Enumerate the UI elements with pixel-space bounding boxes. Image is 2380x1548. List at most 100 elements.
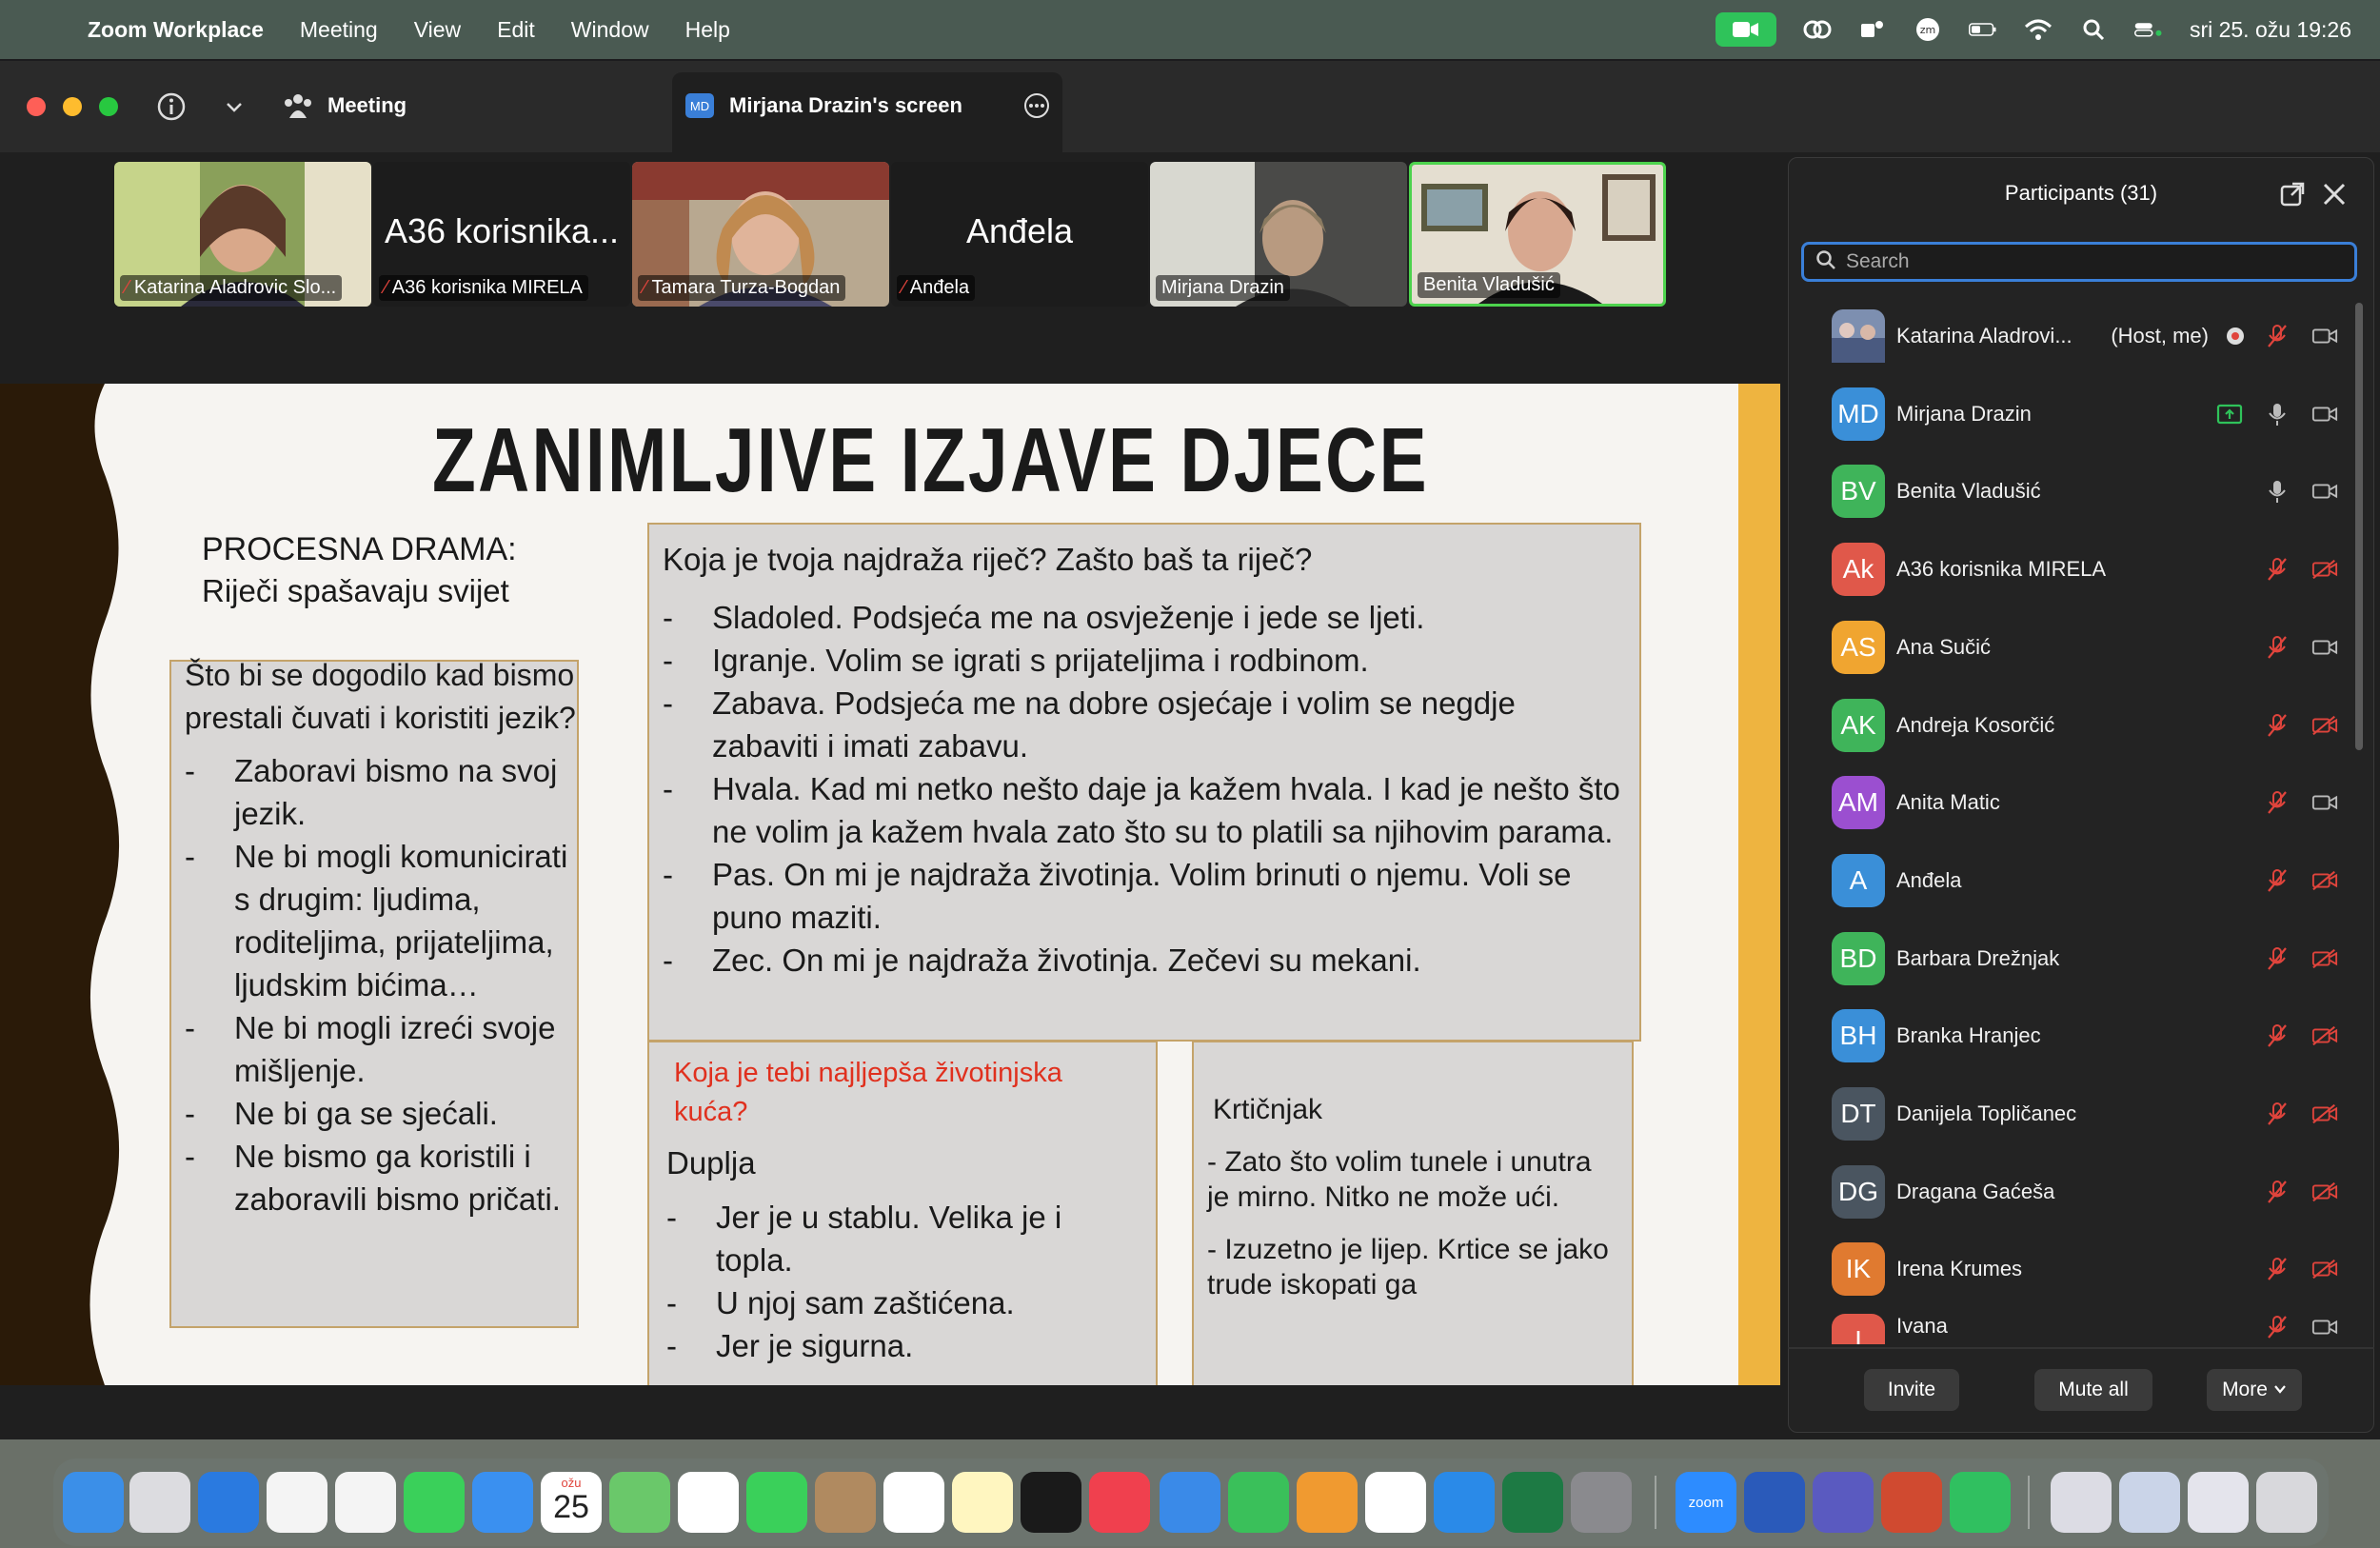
apple-tv-icon[interactable] — [1021, 1472, 1081, 1533]
video-thumbnail[interactable]: Anđela ⁄ Anđela — [891, 162, 1148, 307]
creative-cloud-icon[interactable] — [1803, 17, 1832, 42]
zoom-tray-icon[interactable]: zm — [1914, 17, 1942, 42]
freeform-icon[interactable] — [1365, 1472, 1426, 1533]
muted-mic-icon[interactable] — [2264, 1101, 2291, 1127]
keynote-icon[interactable] — [1160, 1472, 1220, 1533]
muted-mic-icon[interactable] — [2264, 634, 2291, 661]
muted-mic-icon[interactable] — [2264, 1022, 2291, 1049]
launchpad-icon[interactable] — [129, 1472, 190, 1533]
mic-icon[interactable] — [2264, 478, 2291, 505]
facetime-icon[interactable] — [746, 1472, 807, 1533]
muted-mic-icon[interactable] — [2264, 789, 2291, 816]
video-icon[interactable] — [2311, 1314, 2338, 1340]
messages-icon[interactable] — [404, 1472, 465, 1533]
menu-meeting[interactable]: Meeting — [300, 17, 378, 43]
participant-search-input[interactable]: Search — [1801, 242, 2357, 282]
menu-window[interactable]: Window — [571, 17, 649, 43]
recent-window-icon[interactable] — [2188, 1472, 2249, 1533]
close-icon[interactable] — [2321, 181, 2348, 212]
window-minimize-button[interactable] — [63, 97, 82, 116]
video-off-icon[interactable] — [2311, 1022, 2338, 1049]
reminders-icon[interactable] — [883, 1472, 944, 1533]
video-off-icon[interactable] — [2311, 556, 2338, 583]
recent-window-icon[interactable] — [2119, 1472, 2180, 1533]
mic-icon[interactable] — [2264, 401, 2291, 427]
excel-icon[interactable] — [1502, 1472, 1563, 1533]
video-icon[interactable] — [2311, 478, 2338, 505]
photos-icon[interactable] — [678, 1472, 739, 1533]
menu-edit[interactable]: Edit — [497, 17, 535, 43]
menubar-datetime[interactable]: sri 25. ožu 19:26 — [2190, 17, 2351, 43]
participant-row[interactable]: Ak A36 korisnika MIRELA — [1832, 536, 2365, 603]
zotero-icon[interactable] — [335, 1472, 396, 1533]
maps-icon[interactable] — [609, 1472, 670, 1533]
zoom-icon[interactable]: zoom — [1676, 1472, 1736, 1533]
muted-mic-icon[interactable] — [2264, 712, 2291, 739]
trash-icon[interactable] — [2256, 1472, 2317, 1533]
video-off-icon[interactable] — [2311, 945, 2338, 972]
participant-row[interactable]: BD Barbara Drežnjak — [1832, 925, 2365, 992]
video-off-icon[interactable] — [2311, 1256, 2338, 1282]
video-thumbnail[interactable]: ⁄ Katarina Aladrovic Slo... — [114, 162, 371, 307]
video-off-icon[interactable] — [2311, 1101, 2338, 1127]
video-icon[interactable] — [2311, 789, 2338, 816]
info-icon[interactable] — [156, 91, 187, 127]
muted-mic-icon[interactable] — [2264, 556, 2291, 583]
participant-row[interactable]: AM Anita Matic — [1832, 769, 2365, 836]
participant-row[interactable]: MD Mirjana Drazin — [1832, 381, 2365, 447]
calendar-icon[interactable]: ožu 25 — [541, 1472, 602, 1533]
video-off-icon[interactable] — [2311, 867, 2338, 894]
window-close-button[interactable] — [27, 97, 46, 116]
mute-all-button[interactable]: Mute all — [2034, 1369, 2152, 1411]
video-thumbnail[interactable]: A36 korisnika... ⁄ A36 korisnika MIRELA — [373, 162, 630, 307]
participant-row[interactable]: DT Danijela Topličanec — [1832, 1081, 2365, 1147]
numbers-icon[interactable] — [1228, 1472, 1289, 1533]
invite-button[interactable]: Invite — [1864, 1369, 1959, 1411]
notes-icon[interactable] — [952, 1472, 1013, 1533]
teams-icon[interactable] — [1813, 1472, 1874, 1533]
more-options-icon[interactable] — [1022, 91, 1051, 125]
recent-window-icon[interactable] — [2051, 1472, 2112, 1533]
teams-tray-icon[interactable] — [1858, 17, 1887, 42]
video-icon[interactable] — [2311, 323, 2338, 349]
control-center-icon[interactable] — [2133, 17, 2163, 42]
participant-row[interactable]: AK Andreja Kosorčić — [1832, 692, 2365, 759]
window-zoom-button[interactable] — [99, 97, 118, 116]
finder-icon[interactable] — [63, 1472, 124, 1533]
menu-app-name[interactable]: Zoom Workplace — [88, 17, 264, 43]
safari-icon[interactable] — [198, 1472, 259, 1533]
muted-mic-icon[interactable] — [2264, 1314, 2291, 1340]
participant-row[interactable]: Katarina Aladrovi... (Host, me) — [1832, 303, 2365, 369]
participant-row[interactable]: BV Benita Vladušić — [1832, 458, 2365, 525]
participant-row[interactable]: I Ivana — [1832, 1314, 2365, 1344]
video-thumbnail[interactable]: Mirjana Drazin — [1150, 162, 1407, 307]
participant-list-scrollbar[interactable] — [2355, 303, 2363, 750]
muted-mic-icon[interactable] — [2264, 1256, 2291, 1282]
muted-mic-icon[interactable] — [2264, 1179, 2291, 1205]
powerpoint-icon[interactable] — [1881, 1472, 1942, 1533]
battery-icon[interactable] — [1968, 17, 1997, 42]
participant-row[interactable]: DG Dragana Gaćeša — [1832, 1159, 2365, 1225]
video-off-icon[interactable] — [2311, 712, 2338, 739]
pages-icon[interactable] — [1297, 1472, 1358, 1533]
muted-mic-icon[interactable] — [2264, 867, 2291, 894]
participant-row[interactable]: IK Irena Krumes — [1832, 1236, 2365, 1302]
system-settings-icon[interactable] — [1571, 1472, 1632, 1533]
chevron-down-icon[interactable] — [225, 97, 244, 121]
video-thumbnail-active-speaker[interactable]: Benita Vladušić — [1409, 162, 1666, 307]
app-store-icon[interactable] — [1434, 1472, 1495, 1533]
video-thumbnail[interactable]: ⁄ Tamara Turza-Bogdan — [632, 162, 889, 307]
menu-help[interactable]: Help — [685, 17, 730, 43]
video-icon[interactable] — [2311, 401, 2338, 427]
participant-row[interactable]: AS Ana Sučić — [1832, 614, 2365, 681]
spotlight-search-icon[interactable] — [2079, 17, 2108, 42]
meeting-tab-label[interactable]: Meeting — [327, 93, 407, 118]
participant-row[interactable]: BH Branka Hranjec — [1832, 1002, 2365, 1069]
chrome-icon[interactable] — [267, 1472, 327, 1533]
whatsapp-icon[interactable] — [1950, 1472, 2011, 1533]
more-button[interactable]: More — [2207, 1369, 2302, 1411]
wifi-icon[interactable] — [2024, 17, 2053, 42]
meeting-participants-icon[interactable] — [282, 91, 314, 125]
pop-out-icon[interactable] — [2279, 181, 2306, 212]
video-icon[interactable] — [2311, 634, 2338, 661]
